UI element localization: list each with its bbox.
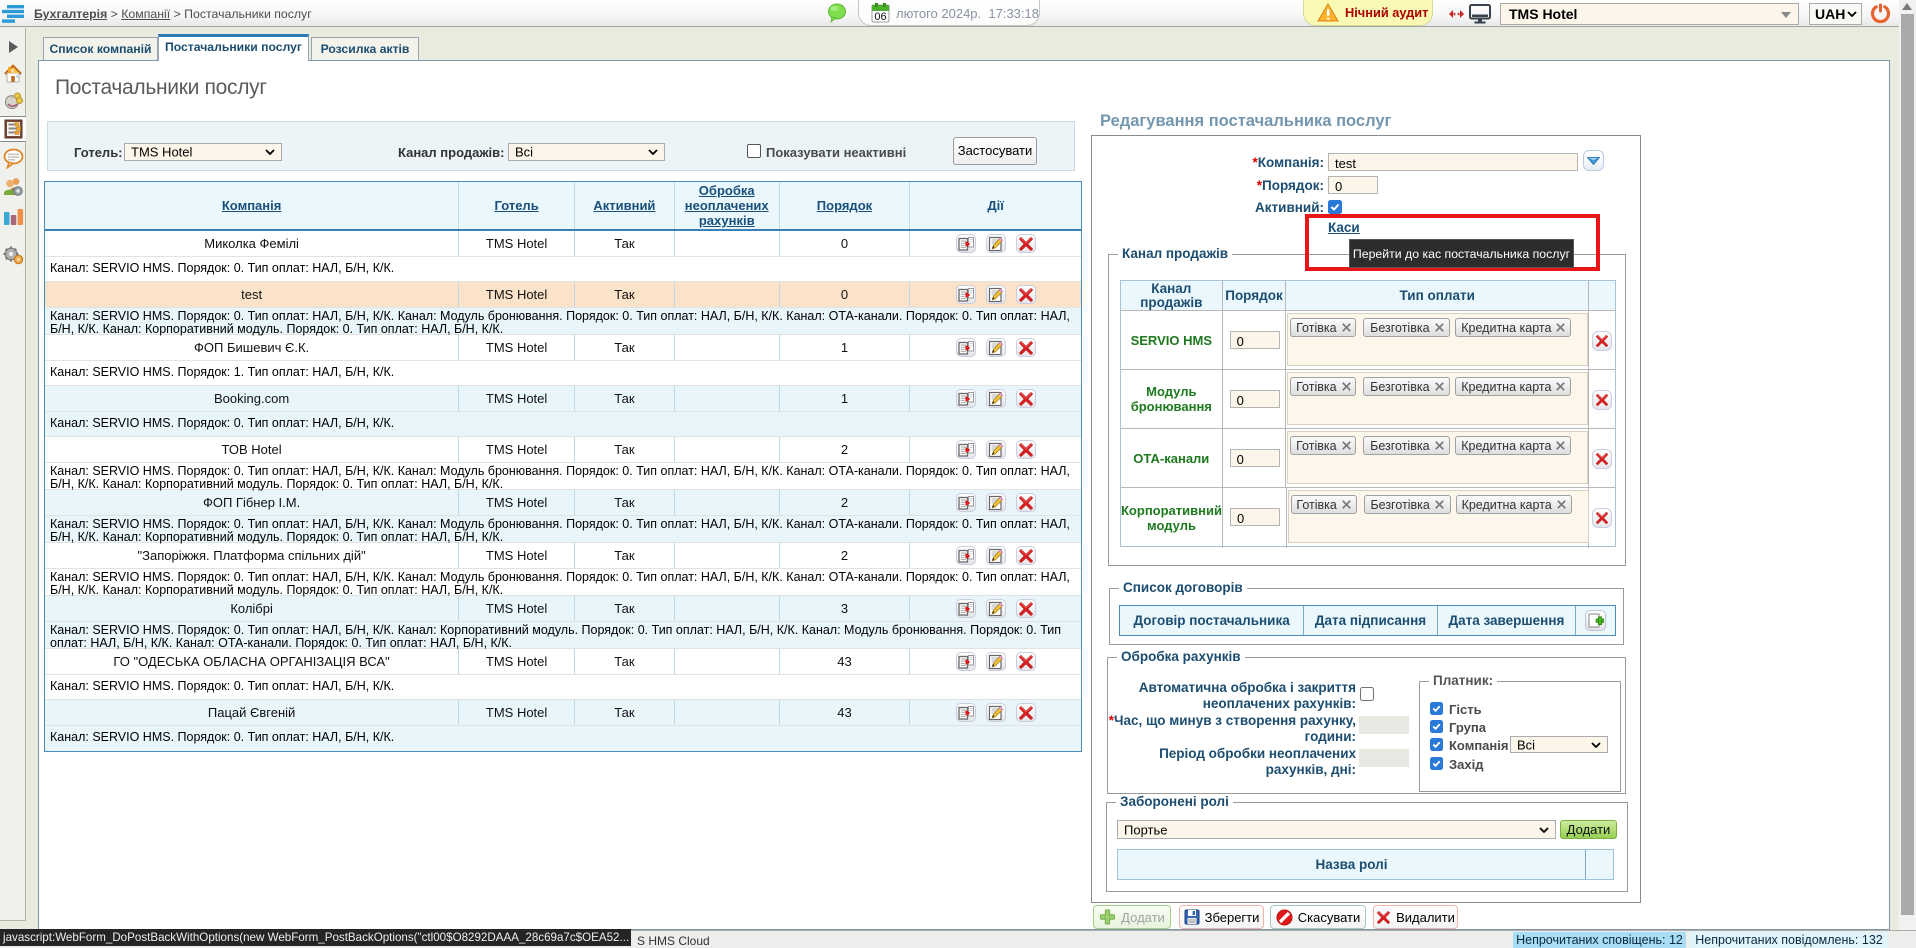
- svg-text:06: 06: [874, 11, 886, 23]
